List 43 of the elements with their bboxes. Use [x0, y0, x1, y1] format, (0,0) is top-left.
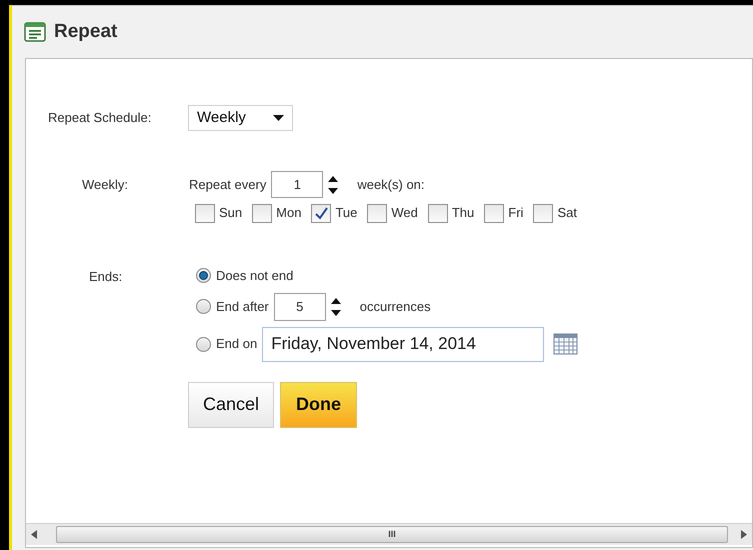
option-label: Does not end — [216, 266, 294, 285]
date-field[interactable]: Friday, November 14, 2014 — [262, 326, 544, 362]
option-label: occurrences — [360, 298, 431, 316]
window-title: Repeat — [54, 20, 118, 44]
radio-button[interactable] — [196, 268, 211, 283]
day-label: Sun — [219, 204, 242, 222]
day-checkbox[interactable] — [252, 204, 272, 222]
caret-icon — [273, 114, 284, 122]
spinner-arrows-icon[interactable] — [330, 296, 341, 318]
day-checkbox[interactable] — [533, 204, 554, 222]
radio-button[interactable] — [196, 336, 211, 352]
left-arrow-icon[interactable] — [30, 530, 38, 539]
day-label: Sat — [557, 204, 577, 222]
day-label: Tue — [335, 204, 358, 222]
interval-field[interactable]: 1 — [271, 171, 324, 198]
check-icon — [314, 206, 328, 220]
day-label: Mon — [276, 204, 302, 222]
horizontal-scrollbar[interactable]: III — [26, 523, 752, 545]
day-checkbox[interactable] — [428, 204, 448, 222]
field-label: Repeat Schedule: — [48, 109, 152, 128]
day-checkbox[interactable] — [311, 204, 332, 222]
day-checkbox[interactable] — [367, 204, 388, 222]
spinner-arrows-icon[interactable] — [328, 174, 338, 196]
occurrences-field[interactable]: 5 — [274, 292, 326, 320]
day-checkbox[interactable] — [195, 204, 215, 222]
radio-button[interactable] — [196, 299, 211, 314]
day-label: Fri — [508, 204, 524, 222]
field-label: Weekly: — [82, 176, 129, 194]
done-button[interactable]: Done — [280, 382, 358, 428]
field-label: Ends: — [89, 268, 124, 286]
field-label: week(s) on: — [357, 176, 425, 194]
right-arrow-icon[interactable] — [740, 530, 748, 539]
form-icon — [24, 22, 46, 42]
day-label: Thu — [452, 204, 474, 222]
scrollbar-thumb[interactable]: III — [56, 526, 728, 543]
field-label: Repeat every — [189, 176, 266, 194]
day-label: Wed — [391, 204, 418, 222]
calendar-icon[interactable] — [553, 333, 578, 355]
day-checkbox[interactable] — [484, 204, 504, 222]
option-label: End on — [216, 335, 258, 354]
schedule-dropdown[interactable]: Weekly — [188, 105, 293, 131]
option-label: End after — [216, 298, 269, 316]
cancel-button[interactable]: Cancel — [188, 382, 274, 428]
